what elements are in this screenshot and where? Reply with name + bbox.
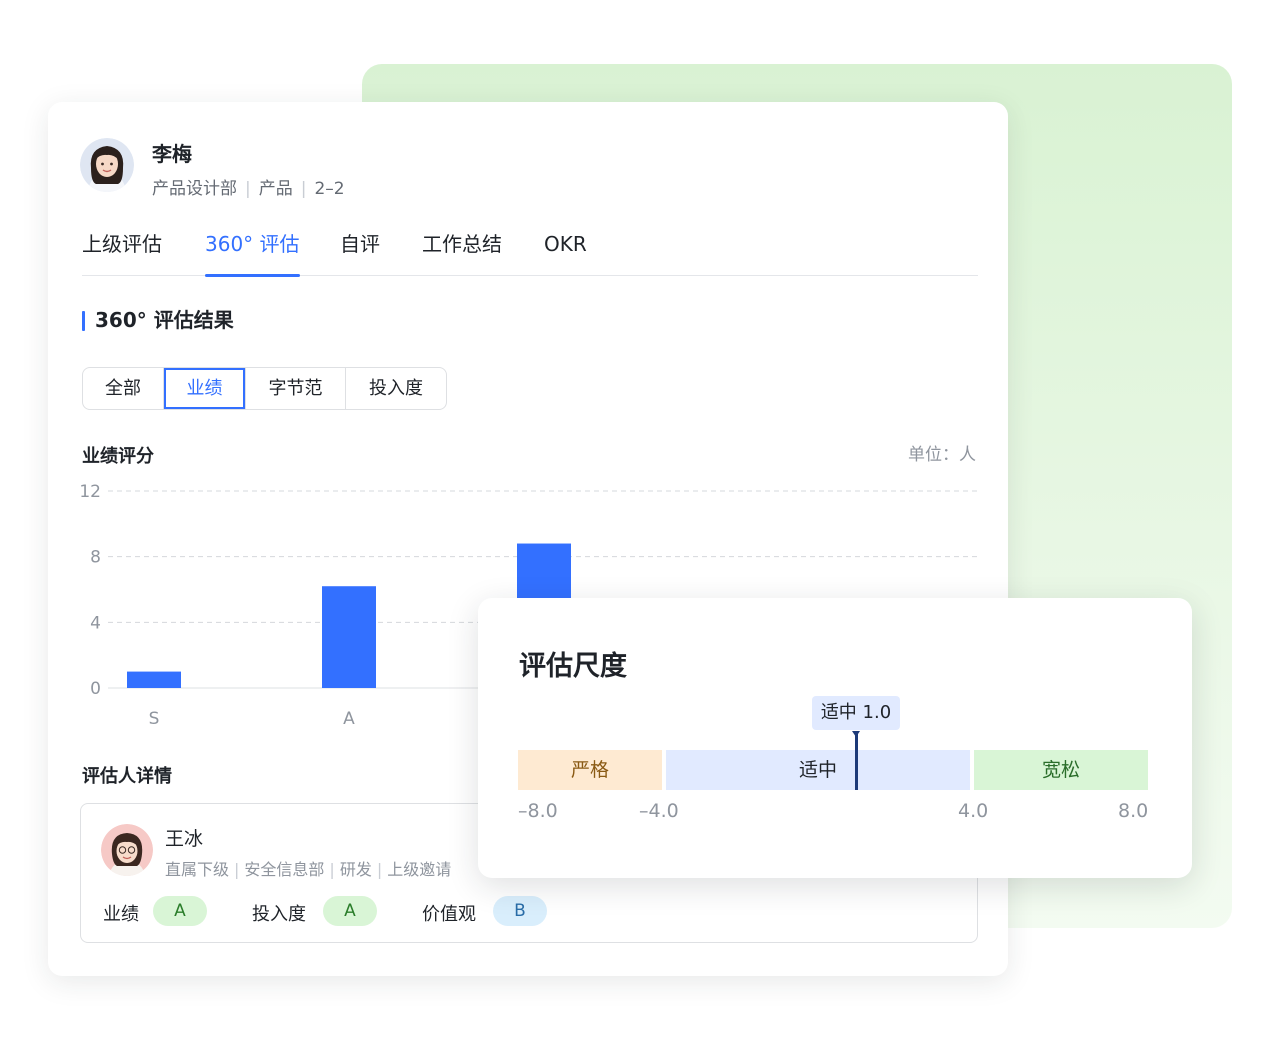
scale-band-lenient: 宽松 (974, 750, 1148, 790)
meta-separator: | (329, 860, 335, 879)
evaluator-invite-source: 上级邀请 (387, 860, 452, 879)
meta-separator: | (376, 860, 383, 879)
evaluator-name: 王冰 (165, 828, 204, 850)
scale-title: 评估尺度 (519, 651, 627, 682)
meta-separator: | (234, 860, 240, 879)
y-tick-label: 12 (79, 482, 101, 502)
x-tick-label: S (149, 709, 160, 729)
scale-tick-pos4: 4.0 (958, 800, 989, 822)
scale-marker-label: 适中 1.0 (812, 696, 900, 730)
scale-band-strict: 严格 (518, 750, 662, 790)
evaluator-section-title: 评估人详情 (82, 766, 172, 787)
scale-tick-neg8: –8.0 (518, 800, 558, 822)
evaluator-avatar (101, 824, 153, 876)
evaluation-scale-card: 评估尺度 适中 1.0 严格 适中 宽松 –8.0 –4.0 4.0 8.0 (478, 598, 1192, 878)
evaluator-meta: 直属下级 | 安全信息部 | 研发 | 上级邀请 (165, 856, 451, 880)
scale-tick-pos8: 8.0 (1118, 800, 1149, 822)
scale-marker-tip (852, 731, 860, 737)
grade-label-performance: 业绩 (103, 904, 139, 925)
evaluator-role: 研发 (339, 860, 372, 879)
grade-badge-values: B (493, 896, 547, 926)
grade-label-engagement: 投入度 (252, 904, 306, 925)
bar-A[interactable] (322, 586, 376, 688)
y-tick-label: 0 (90, 679, 101, 699)
scale-band-moderate: 适中 (666, 750, 970, 790)
evaluator-department: 安全信息部 (244, 860, 325, 879)
evaluator-relation: 直属下级 (165, 860, 230, 879)
grade-badge-performance: A (153, 896, 207, 926)
y-tick-label: 4 (90, 613, 101, 633)
bar-S[interactable] (127, 671, 181, 688)
scale-marker-line (855, 734, 858, 790)
scale-tick-neg4: –4.0 (639, 800, 679, 822)
y-tick-label: 8 (90, 548, 101, 568)
x-tick-label: A (343, 709, 355, 729)
grade-badge-engagement: A (323, 896, 377, 926)
grade-label-values: 价值观 (422, 904, 476, 925)
